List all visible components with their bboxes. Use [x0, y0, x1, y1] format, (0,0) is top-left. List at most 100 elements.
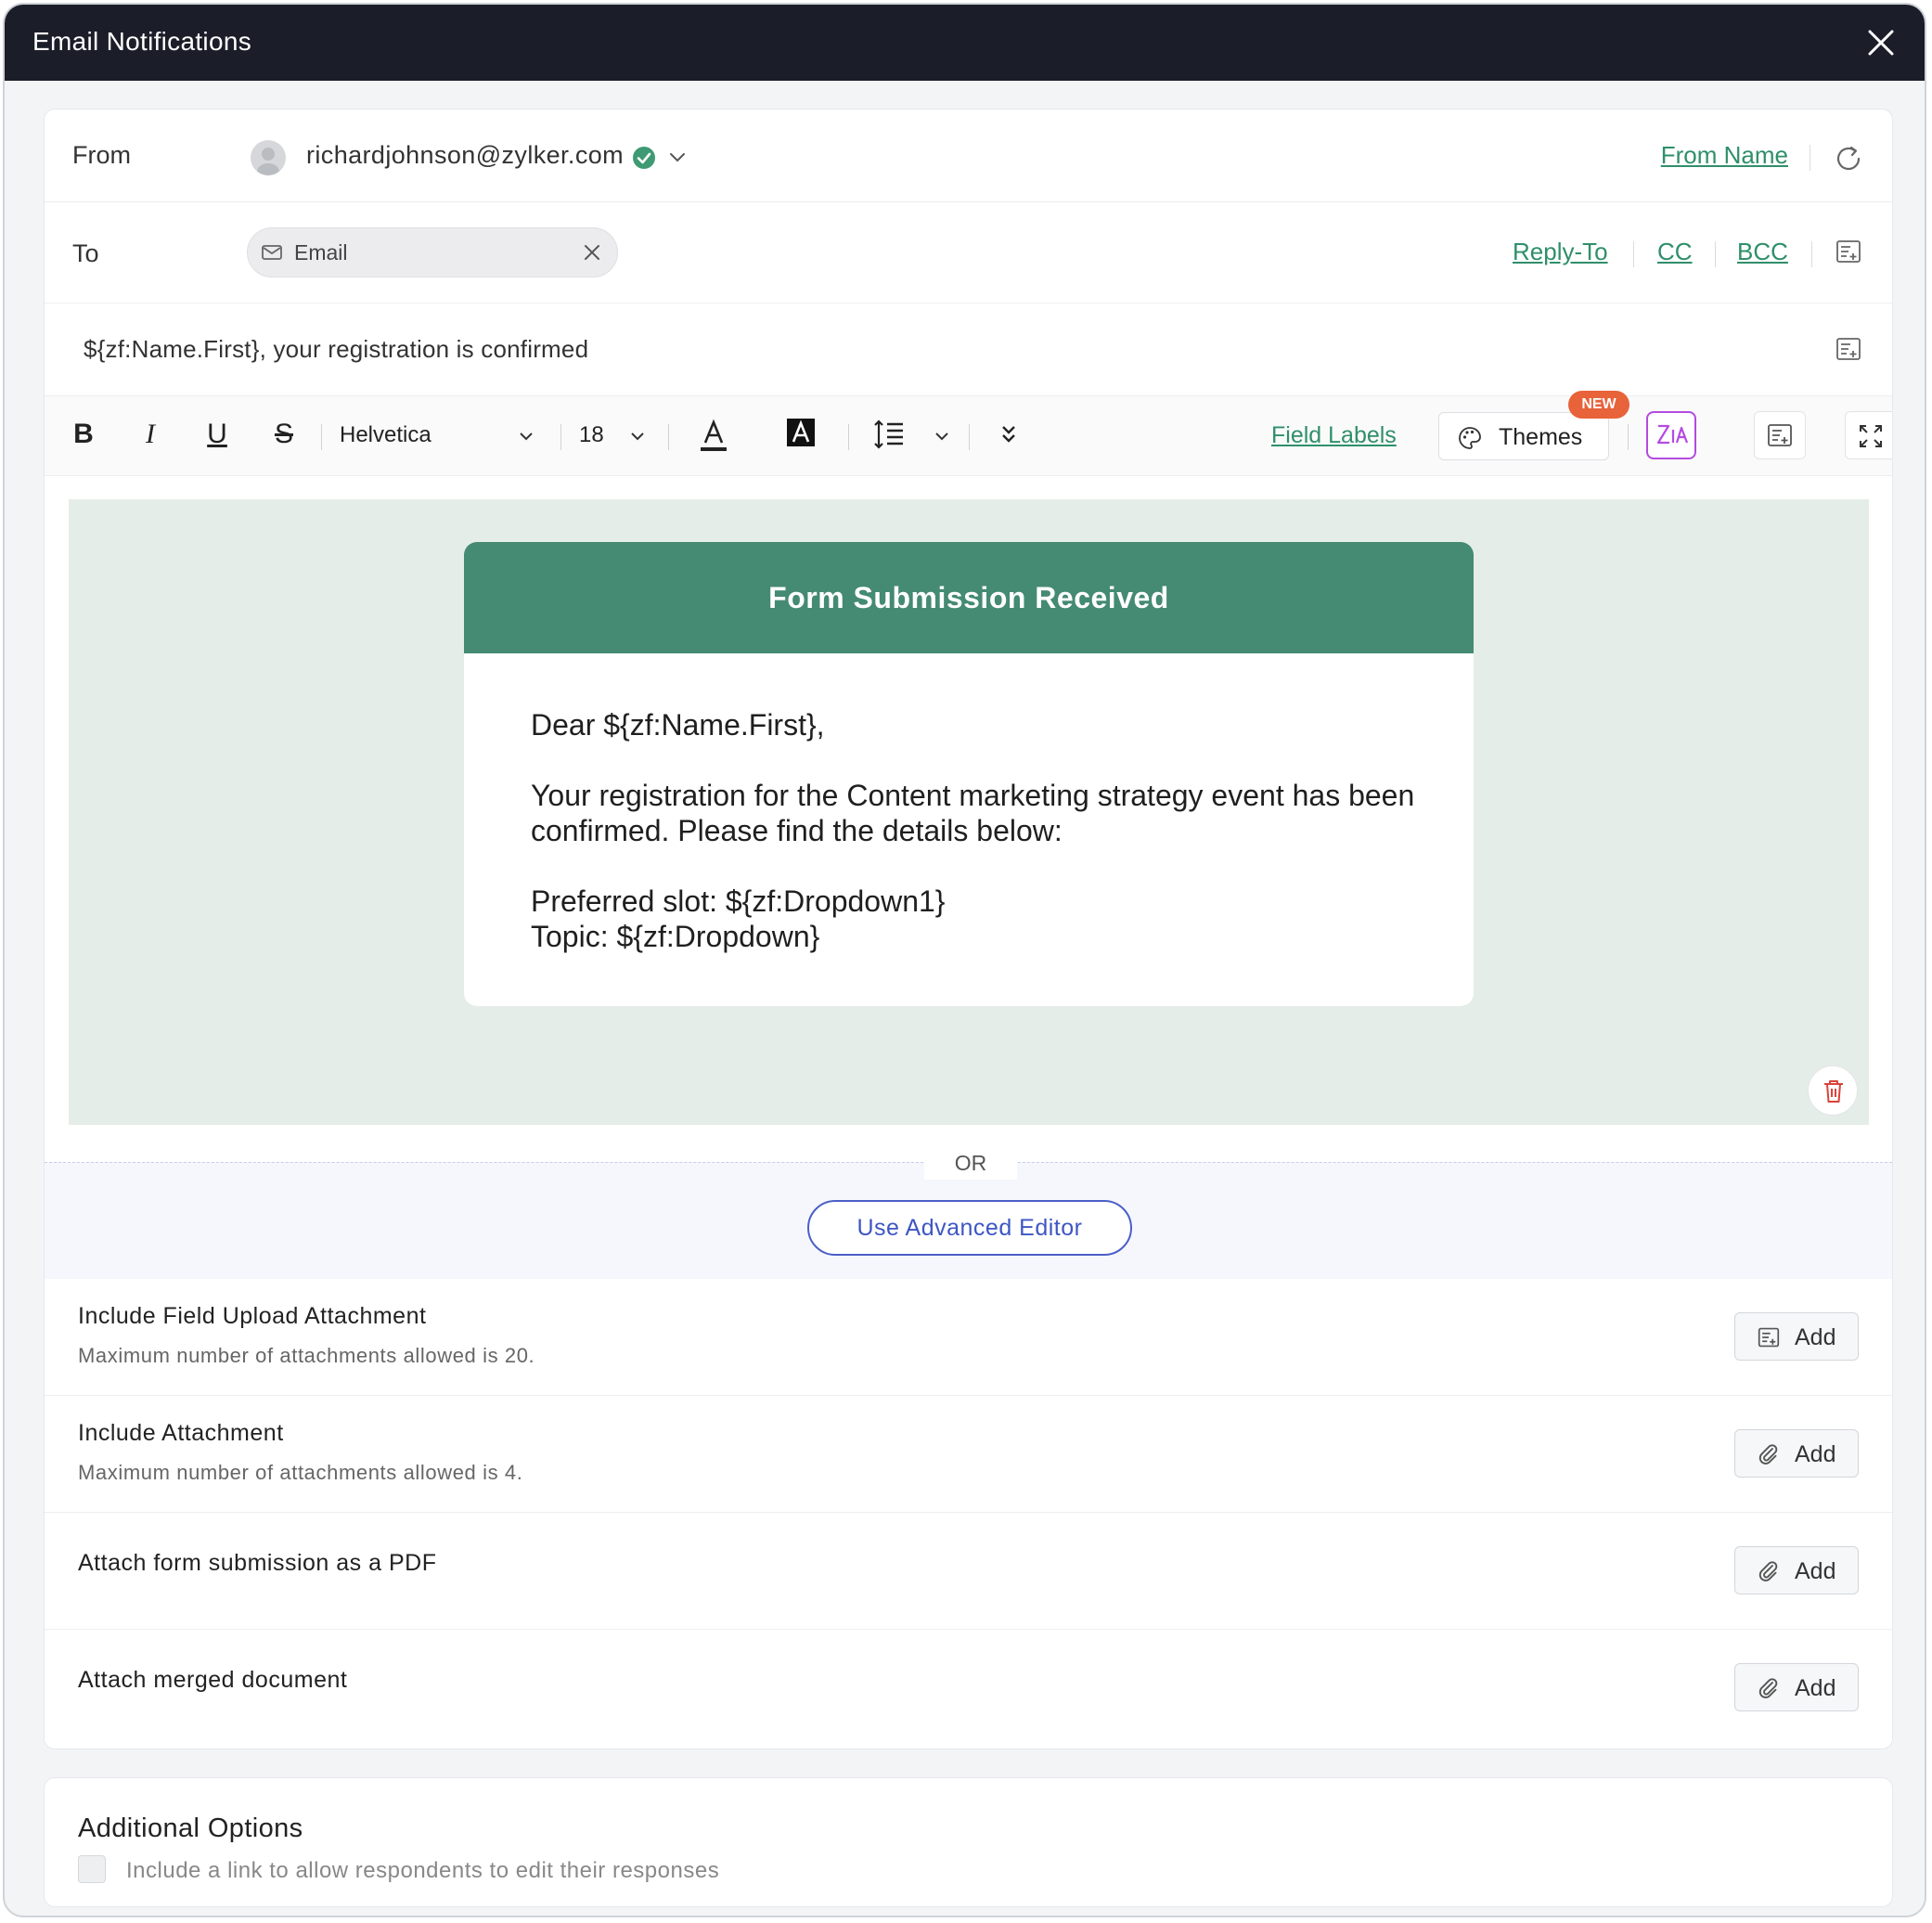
- paperclip-icon: [1758, 1444, 1778, 1465]
- bcc-link[interactable]: BCC: [1737, 238, 1788, 266]
- add-label: Add: [1795, 1675, 1836, 1701]
- trash-icon: [1824, 1080, 1843, 1103]
- attachment-title: Attach merged document: [78, 1667, 348, 1693]
- font-family-select[interactable]: Helvetica: [340, 422, 431, 448]
- line-spacing-icon[interactable]: [872, 419, 906, 450]
- new-badge: NEW: [1568, 391, 1629, 419]
- email-compose-card: From richardjohnson@zylker.com From Name: [44, 109, 1893, 1749]
- insert-field-icon[interactable]: [1835, 239, 1861, 264]
- verified-check-icon: [633, 147, 655, 169]
- email-header: Form Submission Received: [464, 542, 1474, 653]
- toolbar-divider: [321, 424, 322, 450]
- toolbar-divider: [560, 424, 561, 450]
- email-preview-canvas[interactable]: Form Submission Received Dear ${zf:Name.…: [69, 499, 1869, 1125]
- zia-ai-button[interactable]: [1646, 411, 1696, 459]
- divider: [1633, 241, 1634, 267]
- bold-icon[interactable]: B: [65, 415, 102, 454]
- attachment-row: Attach merged document Add: [45, 1630, 1892, 1747]
- insert-field-icon[interactable]: [1835, 337, 1861, 361]
- email-paragraph: Your registration for the Content market…: [531, 779, 1415, 847]
- fullscreen-button[interactable]: [1845, 411, 1892, 459]
- attachment-subtitle: Maximum number of attachments allowed is…: [78, 1461, 523, 1484]
- from-label: From: [72, 141, 131, 169]
- from-email[interactable]: richardjohnson@zylker.com: [306, 141, 624, 170]
- email-notifications-dialog: Email Notifications From richardjohnson@…: [3, 3, 1926, 1917]
- attachment-row: Include Field Upload Attachment Maximum …: [45, 1279, 1892, 1396]
- reply-to-link[interactable]: Reply-To: [1513, 238, 1608, 266]
- add-merged-document-button[interactable]: Add: [1734, 1663, 1859, 1711]
- toolbar-divider: [668, 424, 669, 450]
- add-field-upload-button[interactable]: Add: [1734, 1312, 1859, 1361]
- chevron-down-icon[interactable]: [629, 430, 646, 443]
- paperclip-icon: [1758, 1678, 1778, 1698]
- to-row: To Email Reply-To CC BCC: [45, 202, 1892, 303]
- delete-template-button[interactable]: [1808, 1065, 1858, 1116]
- insert-field-icon: [1768, 424, 1792, 446]
- email-greeting: Dear ${zf:Name.First},: [531, 708, 825, 742]
- mail-icon: [262, 245, 282, 260]
- email-line: Preferred slot: ${zf:Dropdown1}: [531, 884, 946, 918]
- add-label: Add: [1795, 1324, 1836, 1350]
- from-row: From richardjohnson@zylker.com From Name: [45, 110, 1892, 202]
- attachment-title: Include Attachment: [78, 1420, 284, 1446]
- toolbar-divider: [848, 424, 849, 450]
- toolbar-divider: [969, 424, 970, 450]
- chevron-down-icon[interactable]: [668, 150, 687, 163]
- subject-input[interactable]: ${zf:Name.First}, your registration is c…: [84, 335, 588, 364]
- user-icon: [257, 148, 279, 175]
- text-color-icon[interactable]: [698, 419, 729, 454]
- attachment-subtitle: Maximum number of attachments allowed is…: [78, 1344, 535, 1367]
- subject-row[interactable]: ${zf:Name.First}, your registration is c…: [45, 303, 1892, 396]
- recipient-chip[interactable]: Email: [247, 227, 618, 277]
- italic-icon[interactable]: I: [132, 415, 169, 454]
- attachment-title: Include Field Upload Attachment: [78, 1303, 427, 1329]
- additional-options-title: Additional Options: [78, 1813, 303, 1843]
- expand-icon: [1860, 425, 1882, 447]
- attachment-row: Attach form submission as a PDF Add: [45, 1513, 1892, 1630]
- title-bar: Email Notifications: [5, 5, 1925, 81]
- to-label: To: [72, 239, 99, 267]
- palette-icon: [1459, 427, 1481, 449]
- underline-icon[interactable]: U: [199, 415, 236, 454]
- cc-link[interactable]: CC: [1657, 238, 1693, 266]
- additional-options-card: Additional Options Include a link to all…: [44, 1777, 1893, 1907]
- zia-icon: [1656, 424, 1689, 445]
- use-advanced-editor-button[interactable]: Use Advanced Editor: [807, 1200, 1132, 1256]
- field-labels-link[interactable]: Field Labels: [1271, 422, 1397, 449]
- email-line: Topic: ${zf:Dropdown}: [531, 920, 820, 953]
- toolbar-divider: [1628, 424, 1629, 450]
- chevron-down-icon[interactable]: [518, 430, 535, 443]
- refresh-icon[interactable]: [1833, 143, 1864, 174]
- add-label: Add: [1795, 1441, 1836, 1467]
- formatting-toolbar: B I U S Helvetica 18 Field Labels Themes…: [45, 391, 1892, 476]
- font-size-select[interactable]: 18: [579, 422, 604, 448]
- add-label: Add: [1795, 1558, 1836, 1584]
- chip-label: Email: [294, 240, 348, 265]
- insert-field-button[interactable]: [1754, 411, 1806, 459]
- advanced-editor-zone: OR Use Advanced Editor: [45, 1146, 1892, 1279]
- divider: [1715, 241, 1716, 267]
- from-name-link[interactable]: From Name: [1661, 141, 1788, 170]
- add-attachment-button[interactable]: Add: [1734, 1429, 1859, 1478]
- or-divider: OR: [924, 1146, 1017, 1180]
- insert-field-icon: [1758, 1327, 1780, 1348]
- avatar: [251, 140, 286, 175]
- dialog-title: Email Notifications: [32, 27, 252, 56]
- attachment-row: Include Attachment Maximum number of att…: [45, 1396, 1892, 1513]
- divider: [1811, 241, 1812, 267]
- close-icon[interactable]: [1865, 27, 1897, 58]
- attachment-title: Attach form submission as a PDF: [78, 1550, 437, 1576]
- chevron-down-icon[interactable]: [934, 430, 950, 443]
- add-pdf-button[interactable]: Add: [1734, 1546, 1859, 1594]
- themes-label: Themes: [1499, 424, 1583, 450]
- edit-link-checkbox[interactable]: [78, 1855, 106, 1883]
- remove-chip-icon[interactable]: [582, 242, 602, 263]
- email-body[interactable]: Dear ${zf:Name.First}, Your registration…: [531, 707, 1422, 954]
- edit-link-label[interactable]: Include a link to allow respondents to e…: [126, 1858, 719, 1884]
- strikethrough-icon[interactable]: S: [265, 415, 303, 454]
- paperclip-icon: [1758, 1561, 1778, 1581]
- email-template-card[interactable]: Form Submission Received Dear ${zf:Name.…: [464, 542, 1474, 1006]
- more-options-icon[interactable]: [998, 422, 1019, 446]
- themes-button[interactable]: Themes: [1438, 412, 1609, 460]
- background-color-icon[interactable]: [785, 417, 817, 448]
